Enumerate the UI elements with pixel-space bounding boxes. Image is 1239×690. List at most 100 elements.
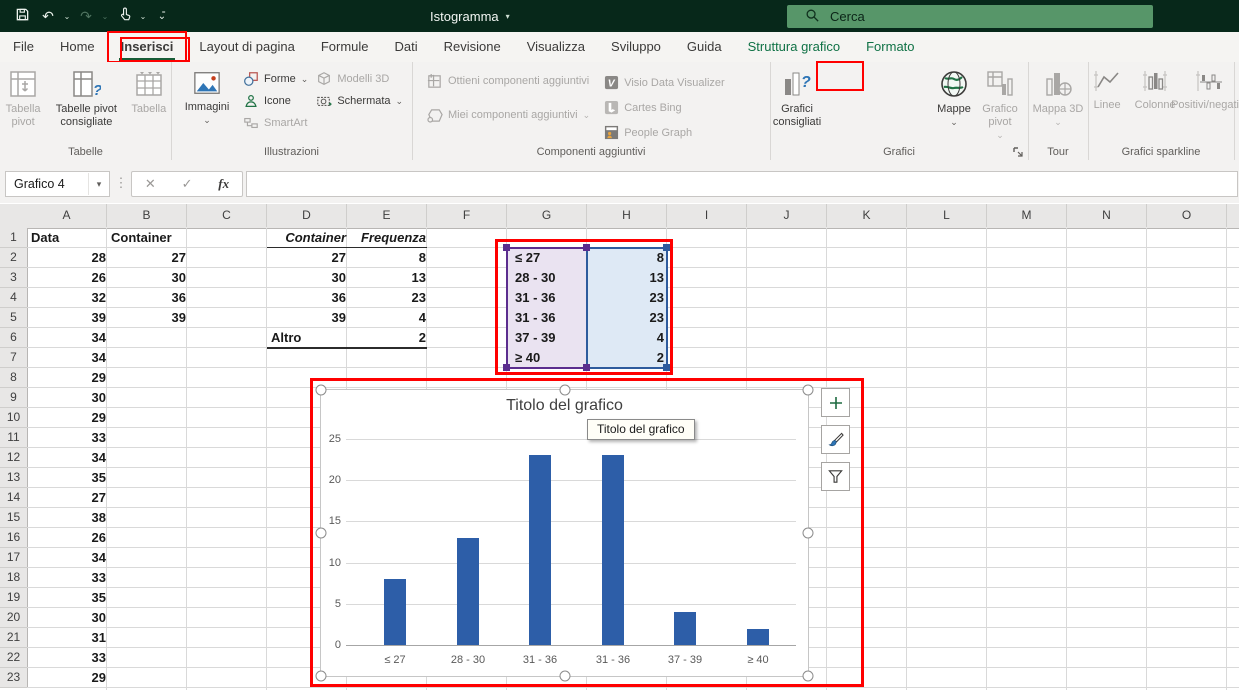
cell-A19[interactable]: 35 — [27, 588, 113, 608]
row-header-8[interactable]: 8 — [0, 368, 28, 388]
row-header-4[interactable]: 4 — [0, 288, 28, 308]
cell-A23[interactable]: 29 — [27, 668, 113, 688]
column-header-K[interactable]: K — [827, 204, 907, 227]
row-header-19[interactable]: 19 — [0, 588, 28, 608]
customize-quick-access-icon[interactable]: ⌄̄ — [150, 4, 174, 28]
icons-button[interactable]: Icone — [243, 90, 308, 112]
cell-A20[interactable]: 30 — [27, 608, 113, 628]
cancel-icon[interactable]: ✕ — [145, 176, 156, 192]
row-header-15[interactable]: 15 — [0, 508, 28, 528]
column-header-J[interactable]: J — [747, 204, 827, 227]
cell-D4[interactable]: 36 — [267, 288, 353, 308]
cell-A6[interactable]: 34 — [27, 328, 113, 348]
formula-input[interactable] — [246, 171, 1238, 197]
tab-revisione[interactable]: Revisione — [431, 32, 514, 62]
column-header-L[interactable]: L — [907, 204, 987, 227]
row-header-20[interactable]: 20 — [0, 608, 28, 628]
cell-A18[interactable]: 33 — [27, 568, 113, 588]
column-header-B[interactable]: B — [107, 204, 187, 227]
cell-A3[interactable]: 26 — [27, 268, 113, 288]
cell-A7[interactable]: 34 — [27, 348, 113, 368]
column-header-N[interactable]: N — [1067, 204, 1147, 227]
tab-formato[interactable]: Formato — [853, 32, 927, 62]
maps-button[interactable]: Mappe ⌄ — [932, 64, 976, 147]
tab-sviluppo[interactable]: Sviluppo — [598, 32, 674, 62]
row-header-23[interactable]: 23 — [0, 668, 28, 688]
pictures-button[interactable]: Immagini ⌄ — [179, 64, 235, 147]
column-header-I[interactable]: I — [667, 204, 747, 227]
tab-formule[interactable]: Formule — [308, 32, 382, 62]
cell-A22[interactable]: 33 — [27, 648, 113, 668]
screenshot-dropdown-icon[interactable]: ⌄ — [396, 96, 404, 107]
row-header-16[interactable]: 16 — [0, 528, 28, 548]
cell-A14[interactable]: 27 — [27, 488, 113, 508]
row-header-3[interactable]: 3 — [0, 268, 28, 288]
cell-E1[interactable]: Frequenza — [347, 228, 432, 248]
search-input[interactable]: Cerca — [787, 5, 1153, 28]
column-header-M[interactable]: M — [987, 204, 1067, 227]
cell-B1[interactable]: Container — [107, 228, 190, 248]
recommended-charts-button[interactable]: ? Grafici consigliati — [773, 64, 821, 147]
cell-A13[interactable]: 35 — [27, 468, 113, 488]
column-header-O[interactable]: O — [1147, 204, 1227, 227]
pictures-dropdown-icon[interactable]: ⌄ — [203, 114, 211, 127]
row-header-5[interactable]: 5 — [0, 308, 28, 328]
undo-icon[interactable]: ↶ — [36, 4, 60, 28]
row-header-9[interactable]: 9 — [0, 388, 28, 408]
cell-E6[interactable]: 2 — [347, 328, 433, 348]
touch-mouse-mode-icon[interactable] — [112, 4, 136, 28]
insert-function-icon[interactable]: fx — [218, 176, 229, 192]
row-header-17[interactable]: 17 — [0, 548, 28, 568]
cell-A12[interactable]: 34 — [27, 448, 113, 468]
row-header-11[interactable]: 11 — [0, 428, 28, 448]
shapes-button[interactable]: Forme⌄ — [243, 68, 308, 90]
tab-layout-di-pagina[interactable]: Layout di pagina — [186, 32, 307, 62]
column-header-A[interactable]: A — [27, 204, 107, 227]
cell-A21[interactable]: 31 — [27, 628, 113, 648]
tab-visualizza[interactable]: Visualizza — [514, 32, 598, 62]
document-title-dropdown-icon[interactable]: ▾ — [506, 12, 510, 21]
cell-D3[interactable]: 30 — [267, 268, 353, 288]
cell-B2[interactable]: 27 — [107, 248, 193, 268]
row-header-10[interactable]: 10 — [0, 408, 28, 428]
column-header-D[interactable]: D — [267, 204, 347, 227]
cell-A9[interactable]: 30 — [27, 388, 113, 408]
row-header-2[interactable]: 2 — [0, 248, 28, 268]
tab-struttura-grafico[interactable]: Struttura grafico — [735, 32, 854, 62]
row-header-18[interactable]: 18 — [0, 568, 28, 588]
cell-D2[interactable]: 27 — [267, 248, 353, 268]
row-header-22[interactable]: 22 — [0, 648, 28, 668]
cell-A8[interactable]: 29 — [27, 368, 113, 388]
row-header-14[interactable]: 14 — [0, 488, 28, 508]
cell-E4[interactable]: 23 — [347, 288, 433, 308]
cell-A11[interactable]: 33 — [27, 428, 113, 448]
name-box-dropdown-icon[interactable]: ▾ — [88, 173, 109, 195]
row-header-12[interactable]: 12 — [0, 448, 28, 468]
cell-A1[interactable]: Data — [27, 228, 110, 248]
cell-E5[interactable]: 4 — [347, 308, 433, 328]
row-header-1[interactable]: 1 — [0, 228, 28, 248]
row-header-21[interactable]: 21 — [0, 628, 28, 648]
tab-dati[interactable]: Dati — [382, 32, 431, 62]
tab-file[interactable]: File — [0, 32, 47, 62]
row-header-7[interactable]: 7 — [0, 348, 28, 368]
cell-E3[interactable]: 13 — [347, 268, 433, 288]
column-header-H[interactable]: H — [587, 204, 667, 227]
cell-B5[interactable]: 39 — [107, 308, 193, 328]
tab-guida[interactable]: Guida — [674, 32, 735, 62]
row-header-13[interactable]: 13 — [0, 468, 28, 488]
recommended-pivot-button[interactable]: ? Tabelle pivot consigliate — [48, 64, 124, 147]
column-header-E[interactable]: E — [347, 204, 427, 227]
enter-icon[interactable]: ✓ — [182, 176, 193, 192]
formula-bar-drag-handle[interactable]: ⋮ — [114, 171, 128, 195]
cell-D1[interactable]: Container — [267, 228, 352, 248]
cell-D6[interactable]: Altro — [267, 328, 350, 348]
cell-A15[interactable]: 38 — [27, 508, 113, 528]
cell-A17[interactable]: 34 — [27, 548, 113, 568]
column-header-G[interactable]: G — [507, 204, 587, 227]
row-header-6[interactable]: 6 — [0, 328, 28, 348]
cell-A5[interactable]: 39 — [27, 308, 113, 328]
cell-B4[interactable]: 36 — [107, 288, 193, 308]
cell-A4[interactable]: 32 — [27, 288, 113, 308]
name-box[interactable]: Grafico 4 ▾ — [5, 171, 110, 197]
